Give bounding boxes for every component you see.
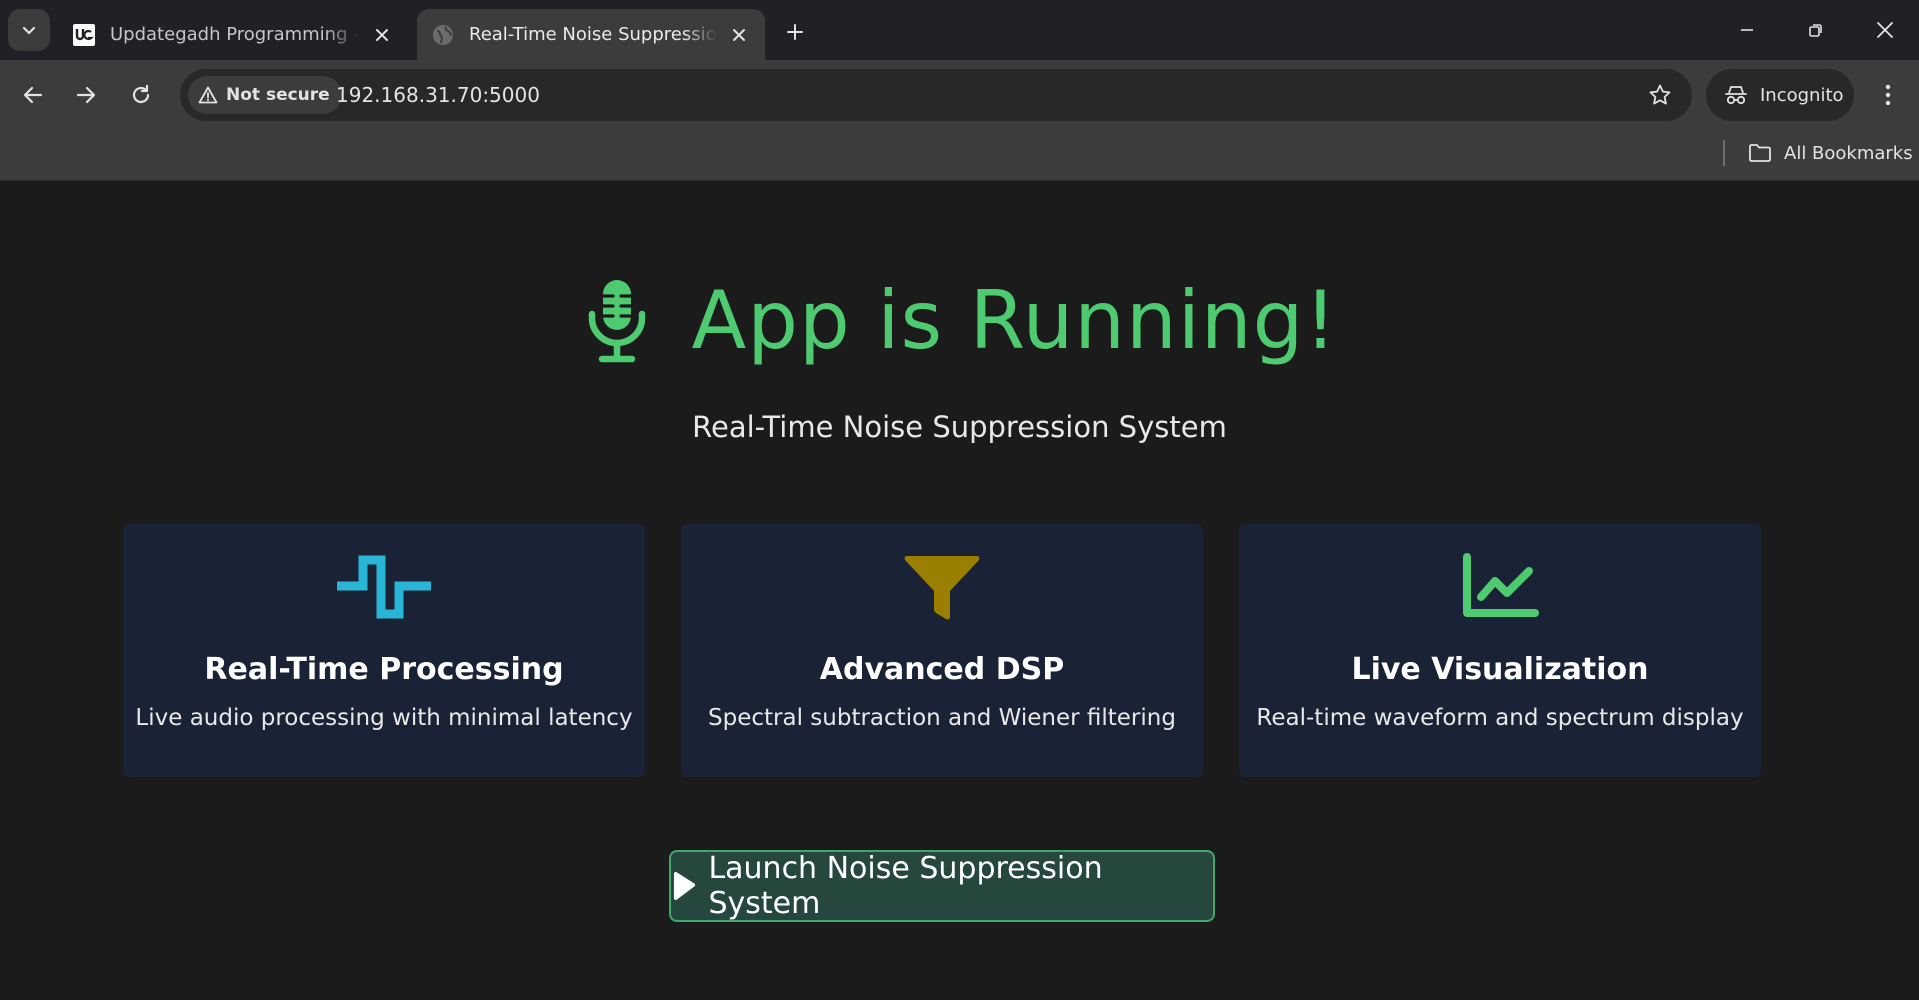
close-tab-icon[interactable] xyxy=(727,23,751,47)
bookmarks-separator xyxy=(1723,140,1725,166)
updategadh-logo-icon xyxy=(72,23,96,47)
folder-icon xyxy=(1749,144,1771,162)
security-indicator[interactable]: Not secure xyxy=(188,76,342,114)
new-tab-button[interactable] xyxy=(779,16,811,48)
close-icon xyxy=(1877,22,1893,38)
feature-description: Spectral subtraction and Wiener filterin… xyxy=(708,705,1176,731)
feature-title: Advanced DSP xyxy=(819,652,1065,687)
security-label: Not secure xyxy=(226,85,330,105)
all-bookmarks-button[interactable]: All Bookmarks xyxy=(1748,130,1913,176)
restore-icon xyxy=(1809,24,1822,37)
tab-title: Updategadh Programming - Up xyxy=(110,24,360,45)
waveform-icon xyxy=(334,552,434,622)
tab-search-button[interactable] xyxy=(8,9,50,51)
bookmarks-bar: All Bookmarks xyxy=(0,130,1919,181)
minimize-icon xyxy=(1741,29,1753,31)
incognito-indicator[interactable]: Incognito xyxy=(1706,69,1854,121)
tab-noise-suppression[interactable]: Real-Time Noise Suppression Sy xyxy=(417,9,765,60)
feature-card-advanced-dsp: Advanced DSP Spectral subtraction and Wi… xyxy=(681,524,1203,777)
back-button[interactable] xyxy=(13,75,53,115)
url-text[interactable]: 192.168.31.70:5000 xyxy=(336,69,540,121)
browser-toolbar: Not secure 192.168.31.70:5000 Incognito xyxy=(0,60,1919,130)
feature-title: Real-Time Processing xyxy=(204,652,564,687)
restore-button[interactable] xyxy=(1785,8,1847,52)
page-content: App is Running! Real-Time Noise Suppress… xyxy=(0,182,1919,1000)
feature-card-real-time-processing: Real-Time Processing Live audio processi… xyxy=(123,524,645,777)
feature-description: Real-time waveform and spectrum display xyxy=(1256,705,1744,731)
globe-icon xyxy=(431,23,455,47)
kebab-menu-icon xyxy=(1885,84,1891,106)
tab-updategadh[interactable]: Updategadh Programming - Up xyxy=(58,9,408,60)
microphone-icon xyxy=(582,276,652,366)
warning-icon xyxy=(198,86,218,104)
hero-heading: App is Running! xyxy=(0,274,1919,367)
filter-icon xyxy=(892,552,992,622)
minimize-button[interactable] xyxy=(1716,8,1778,52)
bookmark-star-button[interactable] xyxy=(1646,81,1674,109)
star-icon xyxy=(1649,84,1671,105)
forward-button[interactable] xyxy=(66,75,106,115)
launch-button[interactable]: Launch Noise Suppression System xyxy=(669,850,1215,922)
page-subtitle: Real-Time Noise Suppression System xyxy=(692,410,1227,444)
feature-description: Live audio processing with minimal laten… xyxy=(135,705,633,731)
feature-title: Live Visualization xyxy=(1351,652,1649,687)
launch-button-label: Launch Noise Suppression System xyxy=(708,851,1103,921)
feature-cards: Real-Time Processing Live audio processi… xyxy=(123,524,1761,777)
tab-title: Real-Time Noise Suppression Sy xyxy=(469,24,717,45)
close-window-button[interactable] xyxy=(1854,8,1916,52)
feature-card-live-visualization: Live Visualization Real-time waveform an… xyxy=(1239,524,1761,777)
arrow-right-icon xyxy=(76,86,96,104)
chart-line-icon xyxy=(1450,552,1550,622)
chevron-down-icon xyxy=(22,26,36,35)
incognito-icon xyxy=(1725,86,1747,105)
play-icon xyxy=(673,871,696,901)
tab-strip: Updategadh Programming - Up Real-Time No… xyxy=(0,0,1919,60)
close-tab-icon[interactable] xyxy=(370,23,394,47)
all-bookmarks-label: All Bookmarks xyxy=(1784,142,1913,164)
reload-icon xyxy=(132,84,150,104)
arrow-left-icon xyxy=(23,86,43,104)
page-title: App is Running! xyxy=(691,274,1338,367)
reload-button[interactable] xyxy=(121,75,161,115)
incognito-label: Incognito xyxy=(1760,84,1844,106)
plus-icon xyxy=(787,24,803,40)
browser-menu-button[interactable] xyxy=(1870,75,1906,115)
address-bar[interactable]: Not secure 192.168.31.70:5000 xyxy=(180,69,1692,121)
